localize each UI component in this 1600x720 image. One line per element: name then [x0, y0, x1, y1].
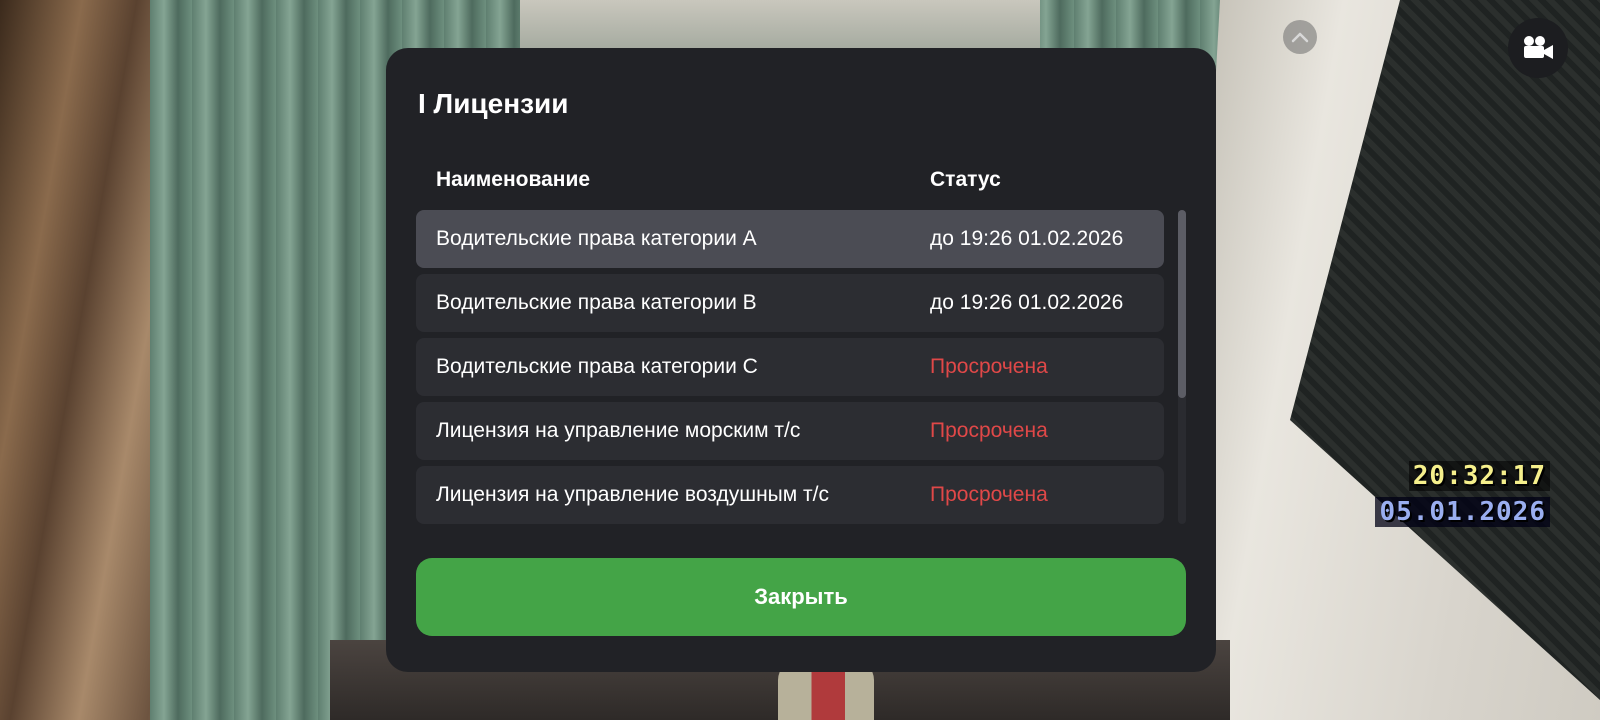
camera-button[interactable] — [1508, 18, 1568, 78]
dialog-title: I Лицензии — [418, 88, 569, 119]
license-status: Просрочена — [930, 419, 1048, 442]
table-row[interactable]: Водительские права категории B до 19:26 … — [416, 274, 1164, 332]
chevron-up-icon — [1291, 32, 1309, 43]
license-status: Просрочена — [930, 483, 1048, 506]
license-status: до 19:26 01.02.2026 — [930, 227, 1124, 250]
video-camera-icon — [1524, 36, 1553, 59]
scrollbar-thumb[interactable] — [1178, 210, 1186, 398]
table-row[interactable]: Водительские права категории C Просрочен… — [416, 338, 1164, 396]
collapse-hud-button[interactable] — [1283, 20, 1317, 54]
license-status: Просрочена — [930, 355, 1048, 378]
column-header-status: Статус — [930, 168, 1001, 191]
close-button[interactable]: Закрыть — [416, 558, 1186, 636]
license-name: Лицензия на управление морским т/с — [436, 419, 801, 442]
column-header-name: Наименование — [436, 168, 591, 191]
game-clock-date: 05.01.2026 — [1375, 497, 1550, 527]
license-name: Водительские права категории B — [436, 291, 757, 314]
table-row[interactable]: Лицензия на управление воздушным т/с Про… — [416, 466, 1164, 524]
game-clock-time: 20:32:17 — [1408, 461, 1550, 491]
license-status: до 19:26 01.02.2026 — [930, 291, 1124, 314]
table-row[interactable]: Лицензия на управление морским т/с Проср… — [416, 402, 1164, 460]
list-scrollbar[interactable] — [1178, 210, 1186, 524]
table-row[interactable]: Водительские права категории А до 19:26 … — [416, 210, 1164, 268]
licenses-list[interactable]: Водительские права категории А до 19:26 … — [416, 210, 1176, 524]
license-name: Водительские права категории C — [436, 355, 758, 378]
licenses-dialog: I Лицензии Наименование Статус Водительс… — [386, 48, 1216, 672]
table-header: Наименование Статус — [436, 168, 1166, 198]
license-name: Водительские права категории А — [436, 227, 757, 250]
license-name: Лицензия на управление воздушным т/с — [436, 483, 829, 506]
